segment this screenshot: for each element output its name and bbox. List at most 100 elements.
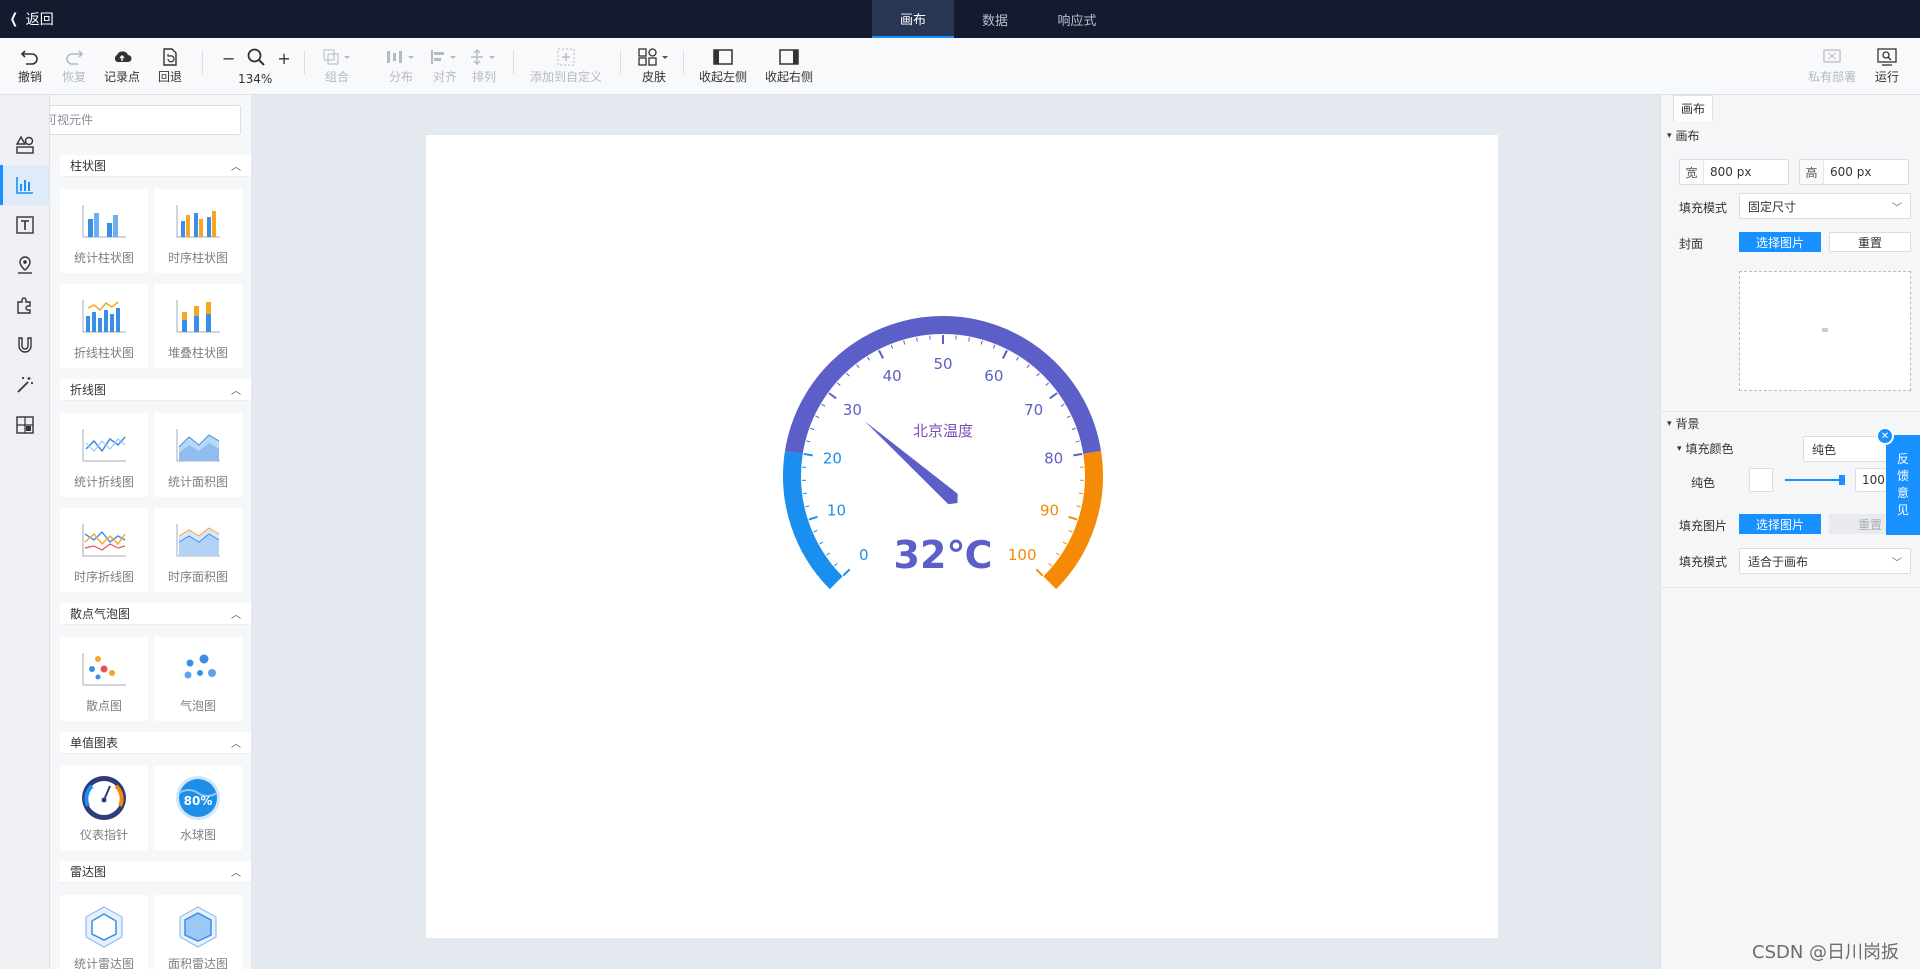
- component-card-stat-radar[interactable]: 统计雷达图: [60, 895, 148, 969]
- component-card-stat-line[interactable]: 统计折线图: [60, 413, 148, 497]
- component-card-stat-area[interactable]: 统计面积图: [154, 413, 242, 497]
- private-deploy-label: 私有部署: [1808, 70, 1857, 84]
- component-card-time-bar[interactable]: 时序柱状图: [154, 189, 242, 273]
- tab-canvas[interactable]: 画布: [872, 0, 954, 38]
- rail-item-text[interactable]: [0, 205, 49, 245]
- gauge-tick: [806, 440, 811, 443]
- undo-button[interactable]: 撤销: [18, 46, 42, 85]
- component-card-line-bar[interactable]: 折线柱状图: [60, 284, 148, 368]
- section-header-scatter[interactable]: 散点气泡图 ︿: [60, 603, 251, 625]
- component-card-water-ball[interactable]: 80% 水球图: [154, 766, 242, 850]
- rail-item-plugins[interactable]: [0, 285, 49, 325]
- gauge-tick: [1026, 364, 1030, 369]
- section-header-line-chart[interactable]: 折线图 ︿: [60, 379, 251, 401]
- opacity-slider-handle[interactable]: [1839, 475, 1845, 485]
- zoom-out-button[interactable]: −: [222, 49, 235, 68]
- zoom-in-button[interactable]: +: [277, 49, 290, 68]
- section-header-single-value[interactable]: 单值图表 ︿: [60, 732, 251, 754]
- gauge-tick: [867, 356, 871, 361]
- section-header-radar[interactable]: 雷达图 ︿: [60, 861, 251, 883]
- card-label: 时序折线图: [73, 570, 134, 584]
- component-card-bubble[interactable]: 气泡图: [154, 637, 242, 721]
- cover-reset-button[interactable]: 重置: [1829, 232, 1911, 252]
- fill-mode-select[interactable]: 固定尺寸 ﹀: [1739, 193, 1911, 219]
- section-title: 折线图: [70, 383, 107, 397]
- card-label: 统计柱状图: [73, 251, 134, 265]
- component-card-area-radar[interactable]: 面积雷达图: [154, 895, 242, 969]
- skin-button[interactable]: 皮肤: [638, 46, 670, 85]
- fill-color-header[interactable]: ▾ 填充颜色: [1677, 440, 1734, 457]
- caret-down-icon: ▾: [1667, 418, 1672, 429]
- fill-mode-value: 固定尺寸: [1748, 199, 1797, 214]
- fill-mode-label: 填充模式: [1679, 201, 1728, 215]
- rail-item-basic[interactable]: [0, 125, 49, 165]
- undo-icon: [20, 46, 40, 68]
- private-deploy-button[interactable]: 私有部署: [1808, 46, 1856, 85]
- gauge-tick-label: 60: [984, 367, 1003, 385]
- rail-item-custom[interactable]: [0, 405, 49, 445]
- properties-panel: 画布 ▾ 画布 宽 800 px 高 600 px 填充模式 固定尺寸 ﹀ 封面…: [1660, 95, 1920, 969]
- card-label: 时序柱状图: [167, 251, 228, 265]
- tab-canvas-properties[interactable]: 画布: [1673, 95, 1713, 121]
- canvas-section-header[interactable]: ▾ 画布: [1667, 127, 1700, 144]
- gauge-tick: [803, 452, 813, 457]
- bar-chart-thumbnail-icon: [79, 201, 129, 241]
- rollback-label: 回退: [158, 70, 183, 84]
- rail-item-magic[interactable]: [0, 365, 49, 405]
- gauge-tick: [1073, 452, 1083, 457]
- chevron-up-icon: ︿: [231, 610, 241, 621]
- rollback-button[interactable]: 回退: [158, 46, 182, 85]
- rail-item-map[interactable]: [0, 245, 49, 285]
- cover-preview[interactable]: [1739, 271, 1911, 391]
- color-swatch[interactable]: [1749, 468, 1773, 492]
- map-pin-icon: [17, 256, 32, 274]
- tab-data[interactable]: 数据: [954, 0, 1036, 38]
- run-button[interactable]: 运行: [1875, 46, 1899, 85]
- distribute-button[interactable]: 分布: [386, 46, 416, 85]
- align-icon: [430, 46, 460, 68]
- tab-responsive[interactable]: 响应式: [1036, 0, 1118, 38]
- gauge-tick: [968, 337, 970, 342]
- cover-select-image-button[interactable]: 选择图片: [1739, 232, 1821, 252]
- close-icon[interactable]: ✕: [1876, 427, 1894, 445]
- gauge-tick: [1078, 492, 1083, 495]
- card-label: 统计折线图: [73, 475, 134, 489]
- rail-item-charts[interactable]: [0, 165, 49, 205]
- background-section-header[interactable]: ▾ 背景: [1667, 415, 1700, 432]
- arrange-button[interactable]: 排列: [469, 46, 499, 85]
- width-label: 宽: [1680, 160, 1704, 184]
- component-search-input[interactable]: [50, 105, 241, 135]
- component-card-stacked-bar[interactable]: 堆叠柱状图: [154, 284, 242, 368]
- collapse-right-button[interactable]: 收起右侧: [765, 46, 813, 85]
- chevron-up-icon: ︿: [231, 162, 241, 173]
- redo-button[interactable]: 恢复: [62, 46, 86, 85]
- gauge-tick: [821, 403, 826, 407]
- background-fill-mode-select[interactable]: 适合于画布 ﹀: [1739, 548, 1911, 574]
- rail-item-magnet[interactable]: [0, 325, 49, 365]
- canvas-height-field[interactable]: 高 600 px: [1799, 159, 1909, 185]
- feedback-button[interactable]: 反 馈 意 见: [1886, 435, 1920, 535]
- gauge-tick: [1056, 552, 1060, 556]
- fill-select-image-button[interactable]: 选择图片: [1739, 514, 1821, 534]
- component-card-time-line[interactable]: 时序折线图: [60, 508, 148, 592]
- temperature-gauge[interactable]: 0 10 20 30 40 50 60 70 80 90 100 北京温度 32℃: [426, 135, 1498, 938]
- add-to-custom-button[interactable]: 添加到自定义: [530, 46, 602, 85]
- align-button[interactable]: 对齐: [430, 46, 460, 85]
- gauge-tick: [842, 568, 851, 577]
- add-custom-label: 添加到自定义: [530, 70, 603, 84]
- checkpoint-button[interactable]: 记录点: [104, 46, 140, 85]
- component-card-time-area[interactable]: 时序面积图: [154, 508, 242, 592]
- section-header-bar-chart[interactable]: 柱状图 ︿: [60, 155, 251, 177]
- design-canvas[interactable]: 0 10 20 30 40 50 60 70 80 90 100 北京温度 32℃: [426, 135, 1498, 938]
- toolbar-divider: [513, 50, 514, 74]
- back-button[interactable]: ❮ 返回: [8, 0, 54, 38]
- canvas-width-field[interactable]: 宽 800 px: [1679, 159, 1789, 185]
- cloud-upload-icon: [111, 46, 133, 68]
- group-button[interactable]: 组合: [323, 46, 351, 85]
- collapse-left-button[interactable]: 收起左侧: [699, 46, 747, 85]
- component-card-gauge[interactable]: 仪表指针: [60, 766, 148, 850]
- component-card-scatter[interactable]: 散点图: [60, 637, 148, 721]
- component-card-stat-bar[interactable]: 统计柱状图: [60, 189, 148, 273]
- bar-chart-icon: [15, 177, 33, 194]
- opacity-slider-track[interactable]: [1785, 479, 1841, 481]
